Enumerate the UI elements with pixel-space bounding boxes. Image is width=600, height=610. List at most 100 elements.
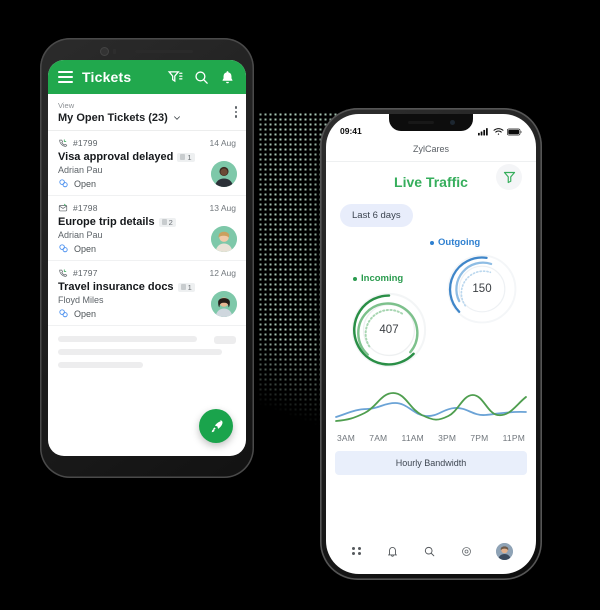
table-row[interactable]: #1798 13 Aug Europe trip details 2 Adria… [48, 196, 246, 261]
avatar [211, 291, 237, 317]
phone-incoming-icon [59, 139, 68, 147]
view-label: View [58, 101, 75, 110]
front-camera-icon [449, 120, 455, 125]
gear-icon[interactable] [459, 544, 473, 558]
view-value[interactable]: My Open Tickets (23) [58, 112, 182, 124]
phone-incoming-icon [59, 269, 68, 277]
gauge-group: Incoming Outgoing 407 150 [326, 229, 536, 379]
status-icon [59, 244, 68, 253]
view-value-text: My Open Tickets (23) [58, 112, 168, 124]
loading-skeleton [48, 326, 246, 385]
chart-x-axis: 3AM 7AM 11AM 3PM 7PM 11PM [326, 431, 536, 443]
search-icon[interactable] [193, 69, 210, 86]
x-tick: 7PM [470, 433, 489, 443]
iphone-notch [389, 114, 473, 131]
scene: Tickets View My Open Tickets (23) #1799 … [0, 0, 600, 610]
x-tick: 3AM [337, 433, 356, 443]
page-header: Live Traffic [326, 162, 536, 196]
android-phone-frame: Tickets View My Open Tickets (23) #1799 … [40, 38, 254, 478]
ticket-date: 12 Aug [209, 268, 236, 278]
skeleton-line [58, 362, 144, 368]
iphone-screen: 09:41 ZylCares Live Traffic Last 6 days … [326, 114, 536, 574]
app-title: Tickets [82, 69, 132, 85]
bandwidth-chart [334, 383, 528, 431]
gauge-outgoing: 150 [444, 251, 520, 327]
filter-button[interactable] [496, 164, 522, 190]
ticket-subject: Visa approval delayed 1 [58, 151, 236, 163]
ticket-date: 14 Aug [209, 138, 236, 148]
chart-caption-band[interactable]: Hourly Bandwidth [335, 451, 527, 475]
legend-dot-icon [430, 240, 434, 245]
date-range-chip[interactable]: Last 6 days [340, 204, 413, 227]
ticket-id: #1799 [73, 138, 98, 148]
legend-dot-icon [353, 276, 357, 281]
avatar [211, 226, 237, 252]
legend-label: Incoming [361, 273, 404, 284]
series-incoming-line [335, 392, 527, 422]
android-screen: Tickets View My Open Tickets (23) #1799 … [48, 60, 246, 456]
ticket-id: #1798 [73, 203, 98, 213]
ticket-contact: Floyd Miles [58, 295, 104, 305]
android-sensor-bar [101, 47, 193, 56]
x-tick: 11PM [502, 433, 525, 443]
legend-incoming: Incoming [353, 273, 403, 284]
earpiece-speaker [135, 49, 193, 54]
status-text: Open [74, 178, 97, 189]
gauge-incoming: 407 [348, 289, 430, 371]
search-icon[interactable] [422, 544, 436, 558]
chevron-down-icon[interactable] [172, 113, 182, 123]
status-icon [59, 179, 68, 188]
hamburger-icon[interactable] [58, 71, 73, 83]
thread-count-badge: 1 [177, 152, 195, 162]
email-icon [58, 203, 68, 212]
rocket-icon [211, 419, 223, 432]
avatar [211, 161, 237, 187]
ticket-subject: Europe trip details 2 [58, 216, 236, 228]
earpiece-speaker [407, 121, 434, 124]
ticket-meta: #1797 12 Aug [58, 268, 236, 278]
avatar[interactable] [495, 542, 513, 560]
thread-count-badge: 2 [158, 217, 176, 227]
status-text: Open [74, 243, 97, 254]
x-tick: 11AM [401, 433, 424, 443]
x-tick: 7AM [369, 433, 388, 443]
ticket-subject-text: Visa approval delayed [58, 151, 174, 163]
ticket-date: 13 Aug [209, 203, 236, 213]
front-camera-icon [101, 48, 108, 55]
status-badge: Open [58, 308, 236, 319]
apps-grid-icon[interactable] [349, 544, 363, 558]
legend-label: Outgoing [438, 237, 481, 248]
status-badge: Open [58, 178, 236, 189]
status-badge: Open [58, 243, 236, 254]
cellular-signal-icon [478, 128, 488, 136]
table-row[interactable]: #1797 12 Aug Travel insurance docs 1 Flo… [48, 261, 246, 326]
kebab-menu-icon[interactable] [234, 106, 237, 118]
gauge-value: 407 [379, 324, 399, 336]
sensor-icon [113, 49, 116, 54]
legend-outgoing: Outgoing [430, 237, 480, 248]
bell-icon[interactable] [219, 69, 236, 86]
ticket-meta: #1799 14 Aug [58, 138, 236, 148]
skeleton-line [58, 336, 197, 342]
filter-icon [503, 171, 515, 183]
app-title: ZylCares [326, 138, 536, 162]
filter-icon[interactable] [167, 69, 184, 86]
android-app-bar: Tickets [48, 60, 246, 94]
ticket-subject-text: Travel insurance docs [58, 281, 174, 293]
thread-count-badge: 1 [177, 282, 195, 292]
ticket-subject: Travel insurance docs 1 [58, 281, 236, 293]
ticket-subject-text: Europe trip details [58, 216, 155, 228]
ticket-contact: Adrian Pau [58, 230, 103, 240]
skeleton-line [58, 349, 222, 355]
gauge-value: 150 [472, 283, 492, 295]
bottom-tab-bar [326, 534, 536, 568]
bell-icon[interactable] [386, 544, 400, 558]
skeleton-chip [214, 336, 236, 344]
battery-icon [507, 128, 522, 135]
status-text: Open [74, 308, 97, 319]
table-row[interactable]: #1799 14 Aug Visa approval delayed 1 Adr… [48, 131, 246, 196]
compose-fab-button[interactable] [199, 409, 233, 443]
ticket-contact: Adrian Pau [58, 165, 103, 175]
view-selector[interactable]: View My Open Tickets (23) [48, 94, 246, 131]
iphone-frame: 09:41 ZylCares Live Traffic Last 6 days … [320, 108, 542, 580]
